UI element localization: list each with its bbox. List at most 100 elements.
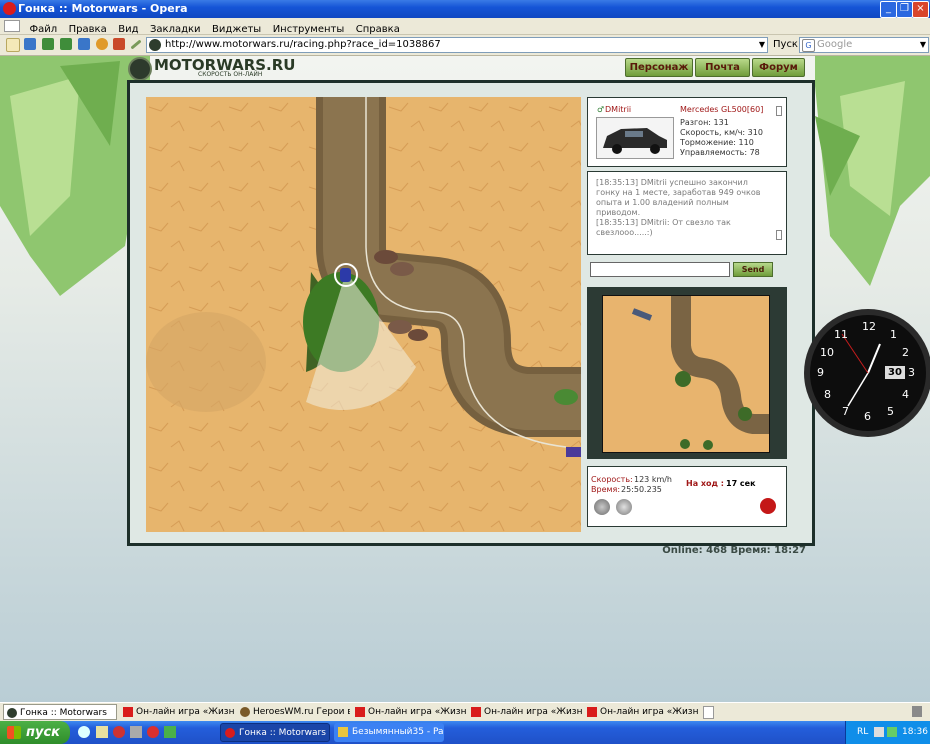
race-map[interactable] [146,97,581,532]
tab-zhizn-3[interactable]: Он-лайн игра «Жизнь» ... [468,704,582,720]
go-button[interactable]: Пуск [773,39,798,50]
opera-icon [225,728,235,738]
close-button[interactable]: × [912,1,929,18]
start-label: пуск [26,725,60,740]
gear-action-icon[interactable] [594,499,610,515]
new-page-icon[interactable] [6,38,20,52]
tab-favicon-icon [587,707,597,717]
menu-edit[interactable]: Правка [65,23,111,35]
clock-num-2: 2 [902,346,909,359]
clock-date: 30 [888,367,902,378]
game-frame-inner: ♂ DMitrii Mercedes GL500[60] Разгон: 131… [130,83,812,543]
server-time-label: Время: [730,545,771,556]
stat-handling: Управляемость: 78 [680,148,760,157]
taskbar-item-opera[interactable]: Гонка :: Motorwars -... [220,723,330,742]
tray-icq-icon[interactable] [887,727,897,737]
tab-zhizn-1[interactable]: Он-лайн игра «Жизнь» ... [120,704,235,720]
home-icon[interactable] [113,38,125,50]
player-name[interactable]: DMitrii [605,105,631,115]
car-info-panel: ♂ DMitrii Mercedes GL500[60] Разгон: 131… [587,97,787,167]
system-tray: RL 18:36 [845,721,930,744]
menu-view[interactable]: Вид [114,23,142,35]
clock-num-6: 6 [864,410,871,423]
taskbar: пуск Гонка :: Motorwars -... Безымянный3… [0,721,930,744]
exit-race-icon[interactable] [759,497,777,515]
stat-braking: Торможение: 110 [680,138,754,147]
tab-zhizn-4[interactable]: Он-лайн игра «Жизнь» ... [584,704,698,720]
game-frame: ♂ DMitrii Mercedes GL500[60] Разгон: 131… [127,80,815,546]
tab-heroeswm[interactable]: HeroesWM.ru Герои вой... [237,704,350,720]
maximize-button[interactable]: ❐ [896,1,913,18]
menu-help[interactable]: Справка [352,23,404,35]
car-name[interactable]: Mercedes GL500[60] [680,105,763,115]
trash-icon[interactable] [912,706,922,717]
search-dropdown-icon[interactable]: ▼ [920,38,926,52]
fast-forward-icon[interactable] [78,38,90,50]
chat-scrollbar[interactable] [776,230,782,240]
clock-num-1: 1 [890,328,897,341]
race-status-panel: Скорость: 123 km/h Время: 25:50.235 На х… [587,466,787,527]
chat-input[interactable] [590,262,730,277]
back-icon[interactable] [42,38,54,50]
minimize-button[interactable]: _ [880,1,897,18]
speed-label: Скорость: [591,475,633,484]
reload-icon[interactable] [96,38,108,50]
stat-acceleration: Разгон: 131 [680,118,729,127]
page-content: MOTORWARS.RU СКОРОСТЬ ОН-ЛАЙН Персонаж П… [0,56,930,702]
quicklaunch-ie-icon[interactable] [78,726,90,738]
edit-icon[interactable] [130,39,142,50]
clock-widget[interactable]: 12 1 2 3 4 5 6 7 8 9 10 11 30 [800,306,930,440]
clock-num-7: 7 [842,405,849,418]
chat-message: [18:35:13] DMitrii успешно закончил гонк… [596,178,761,217]
menu-tools[interactable]: Инструменты [269,23,349,35]
nav-forum-button[interactable]: Форум [752,58,805,77]
turn-label: На ход : [686,479,724,488]
search-input[interactable]: G Google ▼ [799,37,929,53]
tab-favicon-icon [7,708,17,718]
clock-num-3: 3 [908,366,915,379]
minimap-panel [587,287,787,459]
send-button[interactable]: Send [733,262,773,277]
speed-value: 123 km/h [634,475,673,484]
tray-clock[interactable]: 18:36 [902,721,928,744]
menu-widgets[interactable]: Виджеты [208,23,265,35]
quicklaunch-desktop-icon[interactable] [96,726,108,738]
page-icon[interactable] [4,20,20,32]
minimap[interactable] [602,295,770,453]
time-label: Время: [591,485,621,494]
taskbar-item-paint[interactable]: Безымянный35 - Paint [334,723,444,742]
clock-num-10: 10 [820,346,834,359]
online-count: 468 [706,545,728,556]
quicklaunch-icq-icon[interactable] [164,726,176,738]
clock-num-8: 8 [824,388,831,401]
rewind-icon[interactable] [24,38,36,50]
tab-favicon-icon [240,707,250,717]
quicklaunch-opera2-icon[interactable] [147,726,159,738]
car-panel-scrollbar[interactable] [776,106,782,156]
server-time: 18:27 [774,545,806,556]
nav-character-button[interactable]: Персонаж [625,58,693,77]
tire-action-icon[interactable] [616,499,632,515]
tab-zhizn-2[interactable]: Он-лайн игра «Жизнь» ... [352,704,466,720]
quicklaunch-opera-icon[interactable] [113,726,125,738]
forward-icon[interactable] [60,38,72,50]
quicklaunch-app-icon[interactable] [130,726,142,738]
language-indicator[interactable]: RL [857,721,868,744]
nav-mail-button[interactable]: Почта [695,58,750,77]
clock-num-5: 5 [887,405,894,418]
start-button[interactable]: пуск [0,721,70,744]
address-input[interactable]: http://www.motorwars.ru/racing.php?race_… [146,37,768,53]
clock-num-9: 9 [817,366,824,379]
paint-icon [338,727,348,737]
menubar: Файл Правка Вид Закладки Виджеты Инструм… [0,18,930,35]
tray-app-icon[interactable] [874,727,884,737]
time-value: 25:50.235 [621,485,662,494]
address-dropdown-icon[interactable]: ▼ [759,38,765,52]
logo-tagline: СКОРОСТЬ ОН-ЛАЙН [198,71,263,78]
tab-motorwars[interactable]: Гонка :: Motorwars [3,704,117,720]
menu-file[interactable]: Файл [26,23,62,35]
footer-status: Online: 468 Время: 18:27 [662,545,806,556]
menu-bookmarks[interactable]: Закладки [146,23,205,35]
new-tab-icon[interactable] [703,706,714,719]
window-titlebar[interactable]: Гонка :: Motorwars - Opera _ ❐ × [0,0,930,18]
